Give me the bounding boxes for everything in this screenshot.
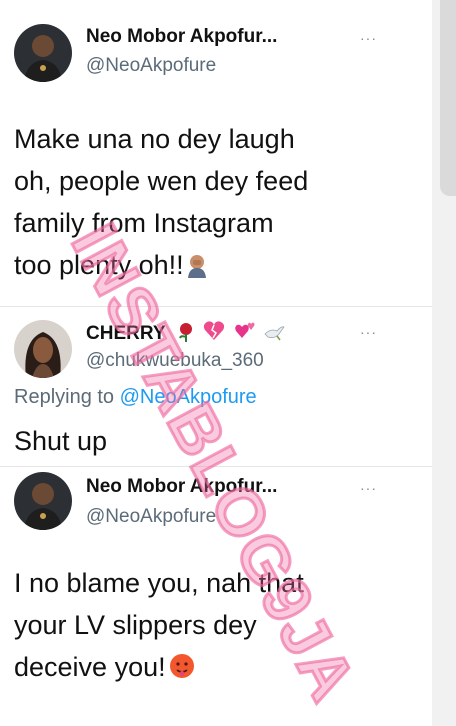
hot-face-emoji-icon xyxy=(168,650,196,692)
tweet-thread: Neo Mobor Akpofur... ··· @NeoAkpofure Ma… xyxy=(0,0,432,726)
tweet-line: family from Instagram xyxy=(14,208,274,238)
tweet-line-last: deceive you! xyxy=(14,646,304,692)
tweet-line: deceive you! xyxy=(14,652,166,682)
scrollbar-handle[interactable] xyxy=(440,0,456,196)
tweet-text: Make una no dey laugh oh, people wen dey… xyxy=(14,118,308,290)
tweet-line: Make una no dey laugh xyxy=(14,124,295,154)
avatar[interactable] xyxy=(14,24,72,82)
more-options-icon[interactable]: ··· xyxy=(360,324,377,340)
reply-mention-link[interactable]: @NeoAkpofure xyxy=(120,386,257,408)
replying-prefix: Replying to xyxy=(14,386,120,408)
facepalm-emoji-icon xyxy=(184,248,210,290)
name-row: CHERRY xyxy=(86,320,285,346)
tweet-line: too plenty oh!! xyxy=(14,250,184,280)
user-handle[interactable]: @NeoAkpofure xyxy=(86,506,216,528)
profile-photo xyxy=(14,320,72,378)
tweet-line-last: too plenty oh!! xyxy=(14,244,308,290)
user-handle[interactable]: @chukwuebuka_360 xyxy=(86,350,264,372)
more-options-icon[interactable]: ··· xyxy=(360,30,377,46)
two-hearts-emoji-icon xyxy=(233,320,257,347)
rose-emoji-icon xyxy=(176,322,196,347)
avatar[interactable] xyxy=(14,472,72,530)
tweet-line: oh, people wen dey feed xyxy=(14,166,309,196)
tweet-line: your LV slippers dey xyxy=(14,610,257,640)
tweet[interactable]: Neo Mobor Akpofur... ··· @NeoAkpofure I … xyxy=(0,466,432,726)
scroll-edge xyxy=(432,0,456,726)
tweet-text: Shut up xyxy=(14,420,107,462)
tweet-line: I no blame you, nah that xyxy=(14,568,304,598)
tweet[interactable]: CHERRY ··· @chukwuebuka_360 Replying to … xyxy=(0,306,432,466)
profile-photo xyxy=(14,24,72,82)
display-name[interactable]: Neo Mobor Akpofur... xyxy=(86,26,277,48)
more-options-icon[interactable]: ··· xyxy=(360,480,377,496)
profile-photo xyxy=(14,472,72,530)
display-name[interactable]: Neo Mobor Akpofur... xyxy=(86,476,277,498)
tweet-text: I no blame you, nah that your LV slipper… xyxy=(14,562,304,692)
tweet[interactable]: Neo Mobor Akpofur... ··· @NeoAkpofure Ma… xyxy=(0,0,432,300)
replying-to: Replying to @NeoAkpofure xyxy=(14,386,257,409)
avatar[interactable] xyxy=(14,320,72,378)
display-name[interactable]: CHERRY xyxy=(86,323,166,344)
dove-emoji-icon xyxy=(263,322,285,347)
heart-emoji-icon xyxy=(202,320,226,347)
user-handle[interactable]: @NeoAkpofure xyxy=(86,55,216,77)
tweet-line: Shut up xyxy=(14,426,108,456)
